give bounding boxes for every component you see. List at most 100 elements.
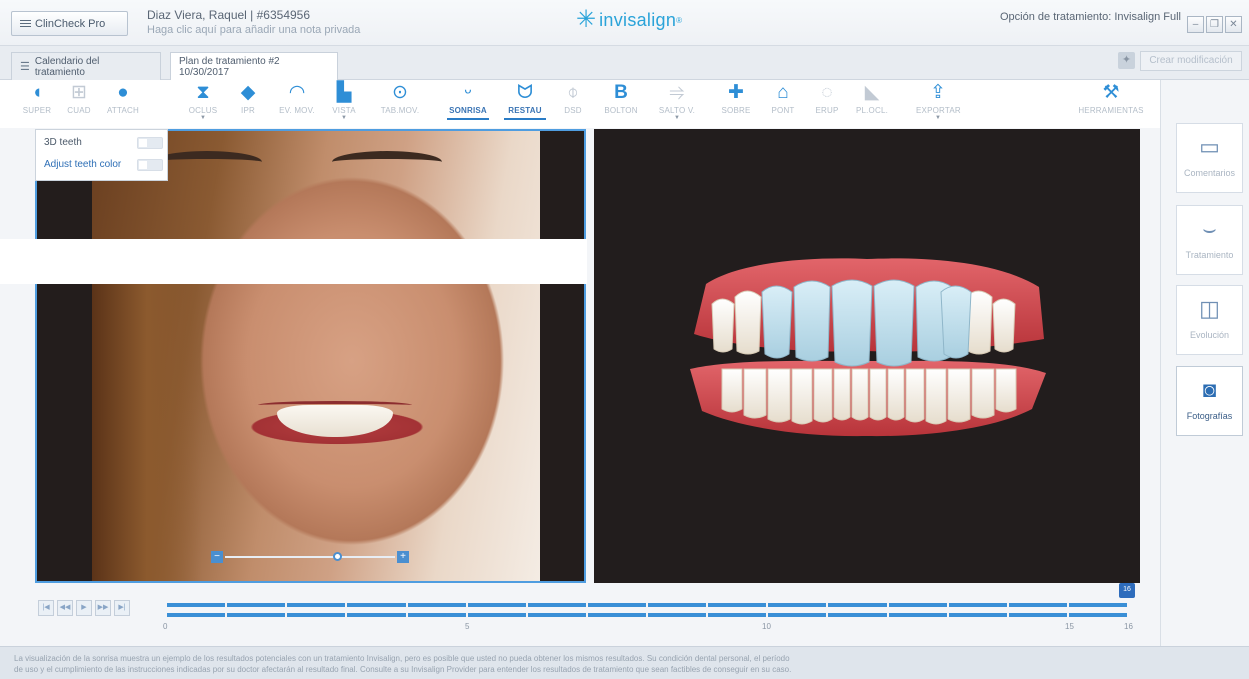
timeline-segment[interactable]	[347, 603, 406, 607]
lightbulb-icon[interactable]: ✦	[1118, 52, 1135, 69]
create-modification-button[interactable]: Crear modificación	[1140, 51, 1242, 71]
option-adjust-color[interactable]: Adjust teeth color	[44, 155, 167, 174]
evolution-button[interactable]: ◫ Evolución	[1176, 285, 1243, 355]
timeline-segment[interactable]	[1068, 603, 1127, 607]
step-forward-icon[interactable]: ▶▶	[95, 600, 111, 616]
current-stage-marker[interactable]: 16	[1119, 583, 1135, 598]
toggle-3d-teeth[interactable]	[137, 137, 163, 149]
tool-label: DSD	[564, 106, 582, 115]
timeline-segment[interactable]	[648, 603, 707, 607]
app-button-label: ClinCheck Pro	[35, 17, 106, 30]
slider-handle[interactable]	[333, 552, 342, 561]
tool-super[interactable]: ◖ SUPER	[15, 82, 59, 115]
list-icon: ☰	[20, 61, 30, 73]
timeline-segment[interactable]	[888, 613, 947, 617]
tool-pont[interactable]: ⌂ PONT	[761, 82, 805, 115]
restore-icon[interactable]: ❐	[1206, 16, 1223, 33]
timeline-segment[interactable]	[587, 613, 646, 617]
timeline-segment[interactable]	[407, 603, 466, 607]
tool-exportar[interactable]: ⇪ EXPORTAR ▼	[916, 82, 961, 121]
treatment-button[interactable]: ⌣ Tratamiento	[1176, 205, 1243, 275]
tool-label: CUAD	[67, 106, 91, 115]
tool-label: RESTAU	[508, 106, 542, 115]
timeline-segment[interactable]	[948, 613, 1007, 617]
timeline-segment[interactable]	[227, 613, 286, 617]
timeline-segment[interactable]	[167, 603, 226, 607]
timeline-segment[interactable]	[587, 603, 646, 607]
tool-ipr[interactable]: ◆ IPR	[226, 82, 270, 115]
plus-icon[interactable]: +	[397, 551, 409, 563]
last-stage-icon[interactable]: ▶|	[114, 600, 130, 616]
bolton-icon: B	[614, 82, 628, 103]
tool-attach[interactable]: ● ATTACH	[101, 82, 145, 115]
disclaimer: La visualización de la sonrisa muestra u…	[0, 646, 1249, 679]
tool-vista[interactable]: ▙ VISTA ▼	[322, 82, 366, 121]
invisalign-logo: ✳ invisalign ®	[576, 6, 683, 33]
timeline-segment[interactable]	[407, 613, 466, 617]
timeline-segment[interactable]	[828, 613, 887, 617]
timeline-segment[interactable]	[708, 613, 767, 617]
tool-tab-mov[interactable]: ⊙ TAB.MOV.	[378, 82, 422, 115]
photos-button[interactable]: ◙ Fotografías	[1176, 366, 1243, 436]
timeline-segment[interactable]	[347, 613, 406, 617]
tool-oclus[interactable]: ⧗ OCLUS ▼	[181, 82, 225, 121]
tool-dsd[interactable]: ⌽ DSD	[551, 82, 595, 115]
step-back-icon[interactable]: ◀◀	[57, 600, 73, 616]
timeline-segment[interactable]	[768, 603, 827, 607]
tab-label: Calendario del tratamiento	[34, 55, 100, 78]
play-icon[interactable]: ▶	[76, 600, 92, 616]
timeline-segment[interactable]	[828, 603, 887, 607]
option-3d-teeth[interactable]: 3D teeth	[44, 133, 167, 152]
tool-pl-ocl[interactable]: ◣ PL.OCL.	[850, 82, 894, 115]
side-button-label: Evolución	[1189, 330, 1230, 340]
toggle-adjust-color[interactable]	[137, 159, 163, 171]
tool-sonrisa[interactable]: ᵕ SONRISA	[446, 82, 490, 120]
timeline-segment[interactable]	[648, 613, 707, 617]
opacity-slider[interactable]: − +	[211, 551, 409, 563]
tool-erup[interactable]: ◌ ERUP	[805, 82, 849, 115]
occlusal-plane-icon: ◣	[864, 82, 880, 103]
tool-sobre[interactable]: ✚ SOBRE	[714, 82, 758, 115]
tab-treatment-calendar[interactable]: ☰ Calendario del tratamiento	[11, 52, 161, 80]
timeline-segment[interactable]	[1068, 613, 1127, 617]
disclaimer-line: La visualización de la sonrisa muestra u…	[14, 654, 790, 663]
timeline-segment[interactable]	[948, 603, 1007, 607]
smile-photo-viewer[interactable]	[35, 129, 586, 583]
close-icon[interactable]: ✕	[1225, 16, 1242, 33]
patient-name: Diaz Viera, Raquel | #6354956	[147, 8, 311, 22]
minimize-icon[interactable]: –	[1187, 16, 1204, 33]
tool-cuad[interactable]: ⊞ CUAD	[57, 82, 101, 115]
timeline-segment[interactable]	[1008, 613, 1067, 617]
tool-salto-v[interactable]: ⥤ SALTO V. ▼	[655, 82, 699, 121]
tick-label: 10	[762, 622, 771, 631]
timeline-segment[interactable]	[527, 613, 586, 617]
timeline-segment[interactable]	[708, 603, 767, 607]
tool-ev-mov[interactable]: ◠ EV. MOV.	[275, 82, 319, 115]
timeline-segment[interactable]	[888, 603, 947, 607]
slider-track[interactable]	[225, 556, 395, 558]
timeline-segment[interactable]	[1008, 603, 1067, 607]
tool-restau[interactable]: ᗢ RESTAU	[503, 82, 547, 120]
tool-label: TAB.MOV.	[380, 106, 420, 115]
timeline-segment[interactable]	[287, 603, 346, 607]
timeline-segment[interactable]	[167, 613, 226, 617]
timeline-segment[interactable]	[768, 613, 827, 617]
comments-button[interactable]: ▭ Comentarios	[1176, 123, 1243, 193]
tool-bolton[interactable]: B BOLTON	[599, 82, 643, 115]
timeline-segment[interactable]	[287, 613, 346, 617]
camera-icon: ◙	[1202, 377, 1217, 402]
timeline-segment[interactable]	[467, 613, 526, 617]
first-stage-icon[interactable]: |◀	[38, 600, 54, 616]
timeline-segment[interactable]	[467, 603, 526, 607]
timeline-segment[interactable]	[227, 603, 286, 607]
tool-label: VISTA	[332, 106, 356, 115]
tab-treatment-plan[interactable]: Plan de tratamiento #2 10/30/2017	[170, 52, 338, 81]
tool-herramientas[interactable]: ⚒ HERRAMIENTAS	[1077, 82, 1145, 115]
minus-icon[interactable]: −	[211, 551, 223, 563]
private-note-link[interactable]: Haga clic aquí para añadir una nota priv…	[147, 24, 360, 36]
patient-smile-photo	[92, 131, 540, 581]
timeline-segment[interactable]	[527, 603, 586, 607]
tooth-upper-icon: ◖	[31, 82, 43, 103]
clincheck-pro-menu-button[interactable]: ClinCheck Pro	[11, 11, 128, 36]
3d-teeth-viewer[interactable]	[594, 129, 1140, 583]
